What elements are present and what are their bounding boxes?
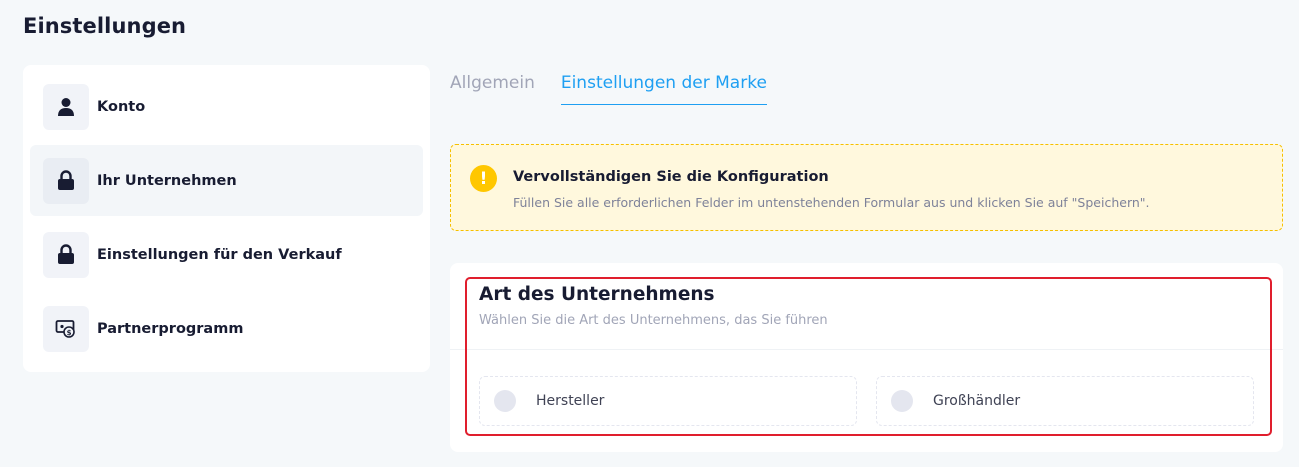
radio-button[interactable] [891, 390, 913, 412]
money-icon: $ [43, 305, 89, 352]
svg-text:$: $ [67, 329, 72, 337]
settings-sidebar: Konto Ihr Unternehmen Einstellungen für … [23, 65, 430, 372]
card-subtitle: Wählen Sie die Art des Unternehmens, das… [479, 313, 828, 328]
option-hersteller[interactable]: Hersteller [479, 376, 857, 426]
sidebar-item-label: Einstellungen für den Verkauf [97, 246, 342, 263]
option-label: Hersteller [536, 393, 605, 409]
lock-icon [43, 157, 89, 204]
sidebar-item-label: Konto [97, 98, 146, 115]
warning-icon: ! [470, 165, 497, 192]
option-grosshaendler[interactable]: Großhändler [876, 376, 1254, 426]
sidebar-item-verkauf[interactable]: Einstellungen für den Verkauf [30, 219, 423, 290]
sidebar-item-label: Ihr Unternehmen [97, 172, 237, 189]
user-icon [43, 83, 89, 130]
notice-title: Vervollständigen Sie die Konfiguration [513, 169, 829, 185]
page-title: Einstellungen [23, 14, 187, 38]
sidebar-item-label: Partnerprogramm [97, 320, 244, 337]
settings-tabs: Allgemein Einstellungen der Marke [450, 70, 793, 105]
lock-icon [43, 231, 89, 278]
notice-text: Füllen Sie alle erforderlichen Felder im… [513, 195, 1150, 210]
configuration-notice: ! Vervollständigen Sie die Konfiguration… [450, 144, 1283, 231]
sidebar-item-partnerprogramm[interactable]: $ Partnerprogramm [30, 293, 423, 364]
card-title: Art des Unternehmens [479, 284, 715, 305]
tab-einstellungen-der-marke[interactable]: Einstellungen der Marke [560, 70, 767, 105]
radio-button[interactable] [494, 390, 516, 412]
sidebar-item-ihr-unternehmen[interactable]: Ihr Unternehmen [30, 145, 423, 216]
divider [450, 349, 1283, 350]
business-type-card: Art des Unternehmens Wählen Sie die Art … [450, 263, 1283, 452]
tab-allgemein[interactable]: Allgemein [450, 70, 535, 105]
sidebar-item-konto[interactable]: Konto [30, 71, 423, 142]
option-label: Großhändler [933, 393, 1021, 409]
